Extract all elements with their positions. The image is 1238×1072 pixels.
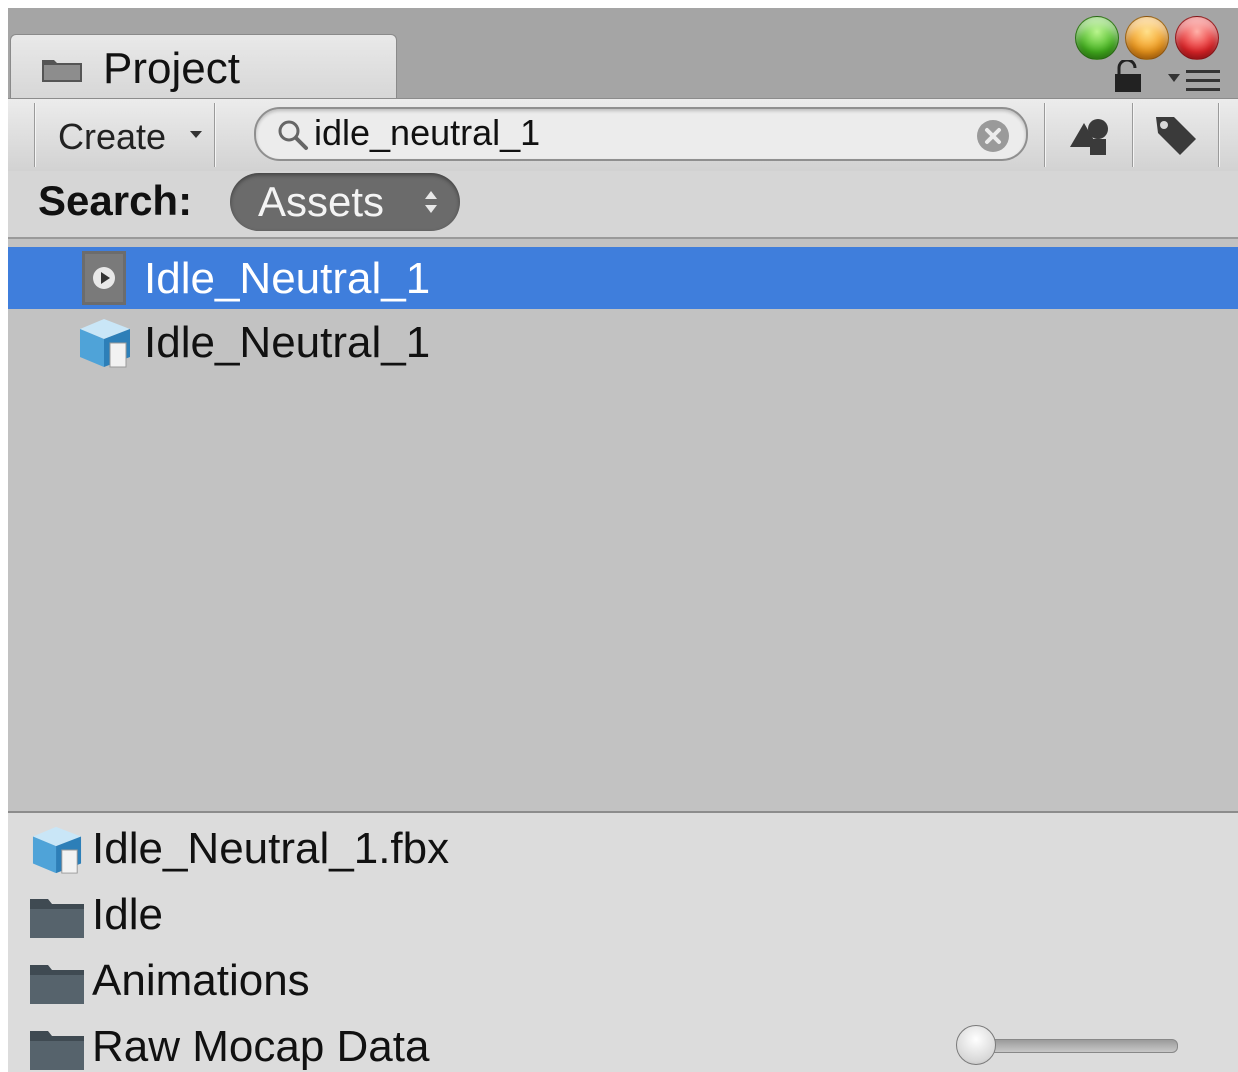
title-bar: Project <box>8 8 1238 101</box>
list-item[interactable]: Idle_Neutral_1 <box>8 247 1238 309</box>
slider-track[interactable] <box>970 1039 1178 1053</box>
dropdown-arrow-icon <box>190 131 202 138</box>
clear-search-icon[interactable] <box>976 119 1010 153</box>
toolbar-divider <box>1044 103 1045 167</box>
search-results-list: Idle_Neutral_1 Idle_Neutral_1 <box>8 239 1238 811</box>
tab-project[interactable]: Project <box>10 34 397 101</box>
slider-thumb[interactable] <box>956 1025 996 1065</box>
model-icon <box>80 319 130 368</box>
path-item-label: Raw Mocap Data <box>92 1022 430 1071</box>
search-text: idle_neutral_1 <box>314 112 541 153</box>
toolbar: Create idle_neutral_1 <box>8 98 1238 172</box>
toolbar-divider <box>1218 103 1219 167</box>
zoom-button[interactable] <box>1075 16 1119 60</box>
path-item[interactable]: Raw Mocap Data <box>8 1015 1008 1072</box>
panel-menu-icon[interactable] <box>1166 68 1222 94</box>
search-by-type-button[interactable] <box>1050 105 1130 165</box>
path-item[interactable]: Animations <box>8 949 1008 1013</box>
path-item-label: Idle_Neutral_1.fbx <box>92 824 450 873</box>
lock-icon[interactable] <box>1113 60 1143 92</box>
create-label: Create <box>58 116 167 157</box>
search-by-label-button[interactable] <box>1136 105 1216 165</box>
asset-path-panel: Idle_Neutral_1.fbx Idle Animations Raw M… <box>8 811 1238 1072</box>
toolbar-divider <box>1132 103 1133 167</box>
list-item-label: Idle_Neutral_1 <box>144 318 431 367</box>
model-icon <box>32 826 82 874</box>
minimize-button[interactable] <box>1125 16 1169 60</box>
search-scope-value: Assets <box>258 178 385 225</box>
folder-icon <box>42 60 82 82</box>
path-item[interactable]: Idle_Neutral_1.fbx <box>8 817 1008 881</box>
path-item[interactable]: Idle <box>8 883 1008 947</box>
search-input[interactable]: idle_neutral_1 <box>254 107 1028 161</box>
path-item-label: Animations <box>92 956 310 1005</box>
shapes-icon <box>1070 119 1108 155</box>
toolbar-divider <box>214 103 215 167</box>
search-icon <box>278 120 308 150</box>
animation-clip-icon <box>82 251 126 305</box>
tag-icon <box>1156 117 1196 155</box>
search-scope-label: Search: <box>38 177 193 224</box>
create-button[interactable]: Create <box>38 103 214 167</box>
icon-size-slider[interactable] <box>956 1025 1178 1065</box>
path-item-label: Idle <box>92 890 163 939</box>
search-scope-dropdown[interactable]: Assets <box>230 173 460 231</box>
project-window: Project Create idle_neutral_1 Search: As… <box>8 8 1238 1072</box>
list-item[interactable]: Idle_Neutral_1 <box>8 311 1238 373</box>
list-item-label: Idle_Neutral_1 <box>144 254 431 303</box>
tab-label: Project <box>103 44 240 93</box>
toolbar-divider <box>34 103 35 167</box>
folder-icon <box>30 1031 84 1070</box>
folder-icon <box>30 899 84 938</box>
search-scope-bar: Search: Assets <box>8 171 1238 239</box>
folder-icon <box>30 965 84 1004</box>
close-button[interactable] <box>1175 16 1219 60</box>
updown-arrows-icon <box>425 191 437 213</box>
